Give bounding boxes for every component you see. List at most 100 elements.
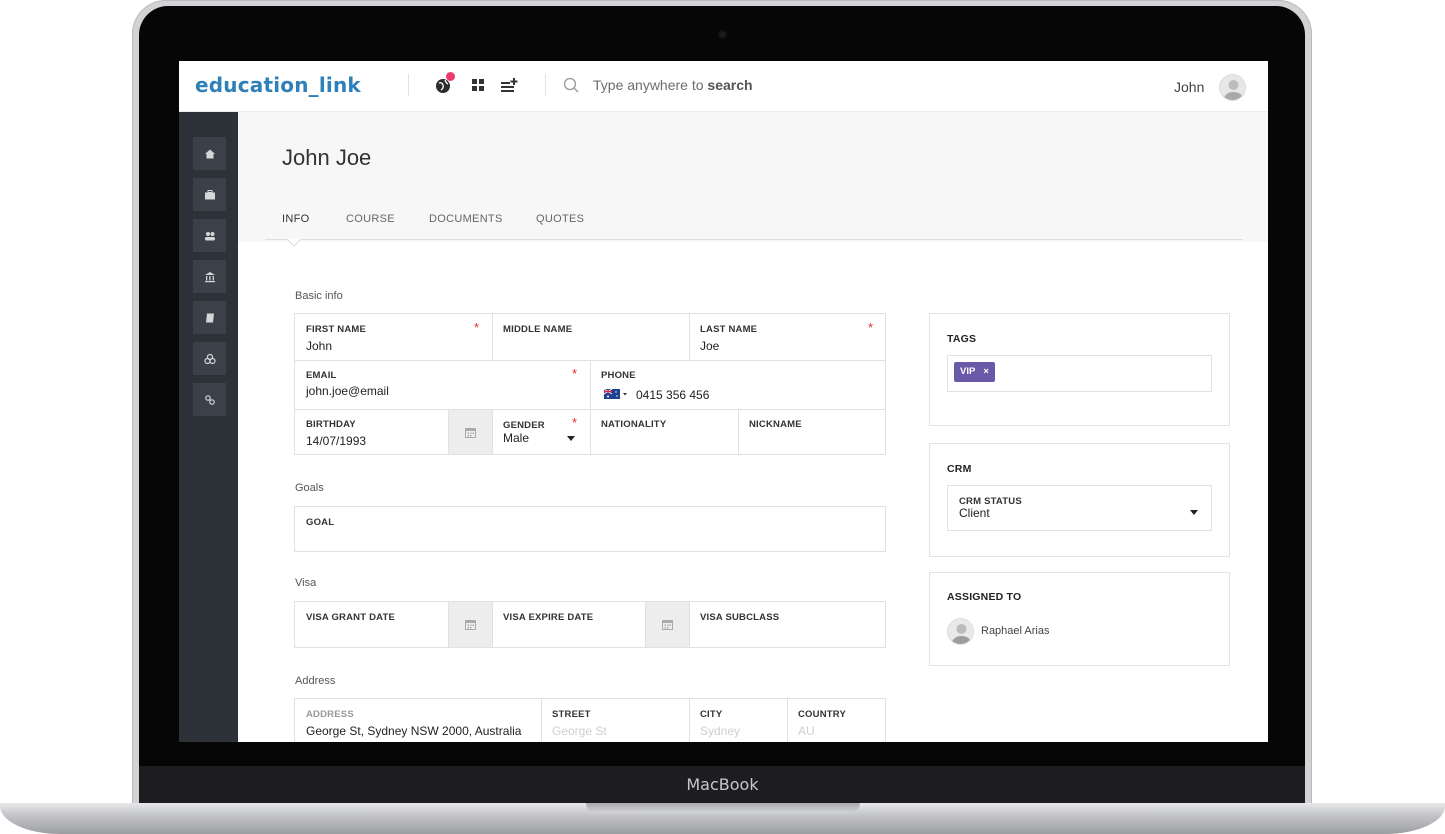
tag-chip[interactable]: VIP × xyxy=(954,362,995,382)
last-name-field[interactable]: LAST NAME * Joe xyxy=(689,314,886,360)
tab-documents[interactable]: DOCUMENTS xyxy=(429,213,503,225)
sidebar-item-groups[interactable] xyxy=(193,342,226,375)
sidebar-item-links[interactable] xyxy=(193,383,226,416)
goal-field[interactable]: GOAL xyxy=(294,506,886,552)
email-label: EMAIL xyxy=(306,370,337,381)
email-value: john.joe@email xyxy=(306,384,389,398)
globe-icon[interactable] xyxy=(434,72,456,96)
sidebar-item-book[interactable] xyxy=(193,301,226,334)
search-icon[interactable] xyxy=(562,76,580,94)
sidebar-item-users[interactable] xyxy=(193,219,226,252)
section-address: Address xyxy=(295,675,336,687)
visa-expire-calendar-button[interactable] xyxy=(645,602,689,647)
user-name[interactable]: John xyxy=(1174,79,1204,95)
calendar-icon xyxy=(465,427,476,438)
city-label: CITY xyxy=(700,709,723,720)
last-name-label: LAST NAME xyxy=(700,324,758,335)
nationality-field[interactable]: NATIONALITY xyxy=(590,409,738,454)
calendar-icon xyxy=(662,620,673,630)
app-screen: education_link Type anywhere to search J… xyxy=(179,61,1268,742)
visa-expire-date-field[interactable]: VISA EXPIRE DATE xyxy=(492,602,645,647)
calendar-icon xyxy=(465,620,476,630)
sidebar-item-home[interactable] xyxy=(193,137,226,170)
add-list-icon[interactable] xyxy=(498,74,520,96)
crm-title: CRM xyxy=(947,463,972,475)
crm-panel: CRM CRM STATUS Client xyxy=(929,443,1230,557)
goal-label: GOAL xyxy=(306,517,335,528)
briefcase-icon xyxy=(204,189,215,199)
visa-grant-calendar-button[interactable] xyxy=(448,602,492,647)
visa-subclass-label: VISA SUBCLASS xyxy=(700,612,780,623)
link-icon xyxy=(204,394,215,405)
gender-select[interactable]: GENDER * Male xyxy=(492,409,590,454)
first-name-field[interactable]: FIRST NAME * John xyxy=(295,314,492,360)
visa-expire-date-label: VISA EXPIRE DATE xyxy=(503,612,594,623)
nationality-label: NATIONALITY xyxy=(601,419,667,430)
active-tab-caret xyxy=(287,239,301,247)
birthday-value: 14/07/1993 xyxy=(306,434,367,448)
address-label: ADDRESS xyxy=(306,709,354,720)
assignee-avatar[interactable] xyxy=(947,618,974,645)
birthday-calendar-button[interactable] xyxy=(448,410,492,454)
required-mark: * xyxy=(868,320,874,335)
tab-quotes[interactable]: QUOTES xyxy=(536,213,584,225)
required-mark: * xyxy=(474,320,480,335)
first-name-label: FIRST NAME xyxy=(306,324,367,335)
country-placeholder: AU xyxy=(798,724,815,738)
section-visa: Visa xyxy=(295,577,317,589)
country-field[interactable]: COUNTRY AU xyxy=(787,699,886,742)
grid-icon[interactable] xyxy=(468,74,490,96)
topbar-divider xyxy=(408,74,409,96)
app-logo[interactable]: education_link xyxy=(195,73,361,97)
page-title: John Joe xyxy=(282,145,372,170)
street-label: STREET xyxy=(552,709,591,720)
users-icon xyxy=(204,231,215,240)
assignee-name[interactable]: Raphael Arias xyxy=(981,625,1050,637)
tab-info[interactable]: INFO xyxy=(282,213,309,225)
tab-course[interactable]: COURSE xyxy=(346,213,395,225)
gender-label: GENDER xyxy=(503,420,545,431)
search-placeholder: Type anywhere to xyxy=(593,77,704,93)
visa-grant-date-label: VISA GRANT DATE xyxy=(306,612,396,623)
laptop-base-notch xyxy=(586,803,860,813)
assigned-panel: ASSIGNED TO Raphael Arias xyxy=(929,572,1230,666)
bank-icon xyxy=(204,271,215,282)
crm-status-select[interactable]: CRM STATUS Client xyxy=(947,485,1212,531)
user-avatar[interactable] xyxy=(1219,74,1246,101)
required-mark: * xyxy=(572,366,578,381)
sidebar xyxy=(179,112,238,742)
nickname-field[interactable]: NICKNAME xyxy=(738,409,886,454)
topbar: education_link Type anywhere to search J… xyxy=(179,61,1268,112)
street-field[interactable]: STREET George St xyxy=(541,699,689,742)
tags-input[interactable]: VIP × xyxy=(947,355,1212,392)
circles-icon xyxy=(203,353,216,364)
street-placeholder: George St xyxy=(552,724,607,738)
birthday-field[interactable]: BIRTHDAY 14/07/1993 xyxy=(295,409,448,454)
chevron-down-icon xyxy=(1190,510,1198,515)
tags-panel: TAGS VIP × xyxy=(929,313,1230,426)
last-name-value: Joe xyxy=(700,339,720,353)
visa-subclass-field[interactable]: VISA SUBCLASS xyxy=(689,602,886,647)
camera xyxy=(718,30,727,39)
sidebar-item-briefcase[interactable] xyxy=(193,178,226,211)
section-basic-info: Basic info xyxy=(295,290,343,302)
nickname-label: NICKNAME xyxy=(749,419,802,430)
crm-status-value: Client xyxy=(959,506,990,520)
sidebar-item-institutions[interactable] xyxy=(193,260,226,293)
phone-field[interactable]: PHONE 0415 356 456 xyxy=(590,360,886,409)
phone-value: 0415 356 456 xyxy=(636,388,710,402)
email-field[interactable]: EMAIL * john.joe@email xyxy=(295,360,590,409)
visa-form: VISA GRANT DATE VISA EXPIRE DATE VISA SU… xyxy=(294,601,886,648)
city-field[interactable]: CITY Sydney xyxy=(689,699,787,742)
middle-name-field[interactable]: MIDDLE NAME xyxy=(492,314,689,360)
birthday-label: BIRTHDAY xyxy=(306,419,356,430)
address-field[interactable]: ADDRESS George St, Sydney NSW 2000, Aust… xyxy=(295,699,541,742)
au-flag-icon[interactable] xyxy=(604,389,630,399)
visa-grant-date-field[interactable]: VISA GRANT DATE xyxy=(295,602,448,647)
search-input[interactable]: Type anywhere to search xyxy=(593,77,753,93)
device-brand: MacBook xyxy=(686,775,759,794)
topbar-divider xyxy=(545,74,546,96)
tag-remove-icon[interactable]: × xyxy=(983,366,989,377)
tabs-underline xyxy=(265,239,1243,240)
book-icon xyxy=(205,313,214,322)
